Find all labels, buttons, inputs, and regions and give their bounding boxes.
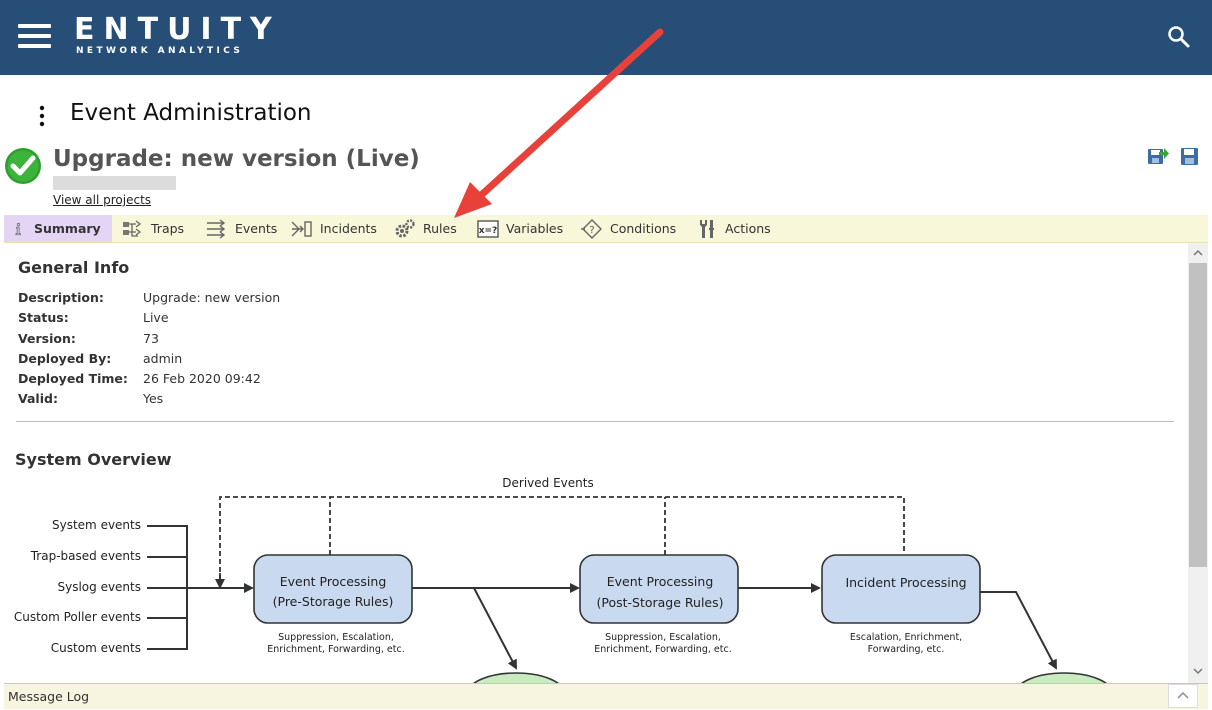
traps-icon bbox=[123, 219, 142, 237]
more-options-icon[interactable] bbox=[32, 104, 52, 128]
svg-text:?: ? bbox=[589, 225, 594, 236]
app-header: ENTUITY NETWORK ANALYTICS bbox=[0, 0, 1212, 75]
deployed-by-label: Deployed By: bbox=[18, 351, 112, 366]
tab-incidents-label: Incidents bbox=[320, 221, 377, 236]
system-overview-diagram: Derived Events System events Trap-based … bbox=[14, 476, 1107, 683]
summary-panel: General Info Description: Upgrade: new v… bbox=[4, 243, 1187, 683]
tab-conditions-label: Conditions bbox=[610, 221, 677, 236]
redacted-text bbox=[53, 176, 176, 190]
event-store-node bbox=[473, 672, 559, 683]
project-title: Upgrade: new version (Live) bbox=[53, 146, 420, 172]
general-info-title: General Info bbox=[18, 258, 130, 277]
tab-variables[interactable]: x=? Variables bbox=[477, 215, 563, 242]
pre-storage-rules-box bbox=[253, 554, 413, 624]
post-storage-title: Event Processing bbox=[607, 574, 714, 589]
page-title: Event Administration bbox=[70, 100, 312, 126]
message-log-label: Message Log bbox=[8, 689, 90, 704]
pre-storage-note-1: Suppression, Escalation, bbox=[278, 632, 394, 643]
events-icon bbox=[207, 218, 226, 239]
svg-text:x=?: x=? bbox=[479, 226, 498, 236]
message-log-bar[interactable]: Message Log bbox=[4, 683, 1208, 709]
valid-label: Valid: bbox=[18, 391, 58, 406]
status-label: Status: bbox=[18, 310, 69, 325]
pre-storage-title: Event Processing bbox=[280, 574, 387, 589]
logo: ENTUITY NETWORK ANALYTICS bbox=[74, 12, 281, 57]
tab-incidents[interactable]: Incidents bbox=[291, 215, 377, 242]
vertical-scrollbar[interactable] bbox=[1188, 243, 1208, 683]
incident-note-1: Escalation, Enrichment, bbox=[850, 632, 962, 643]
valid-value: Yes bbox=[143, 391, 164, 406]
save-and-deploy-icon[interactable] bbox=[1147, 146, 1169, 166]
tab-traps[interactable]: Traps bbox=[122, 215, 184, 242]
post-storage-rules-box bbox=[579, 554, 739, 624]
input-system-events: System events bbox=[52, 518, 141, 532]
tab-summary[interactable]: Summary bbox=[4, 215, 112, 242]
info-icon bbox=[15, 222, 21, 235]
search-icon[interactable] bbox=[1166, 24, 1192, 50]
pre-storage-subtitle: (Pre-Storage Rules) bbox=[273, 594, 394, 609]
view-all-projects-link[interactable]: View all projects bbox=[53, 193, 151, 207]
incidents-icon bbox=[291, 220, 312, 237]
incident-note-2: Forwarding, etc. bbox=[868, 644, 945, 655]
check-circle-icon bbox=[5, 148, 41, 184]
save-icon[interactable] bbox=[1180, 146, 1200, 166]
version-value: 73 bbox=[143, 331, 159, 346]
scroll-down-icon[interactable] bbox=[1188, 661, 1208, 681]
description-label: Description: bbox=[18, 290, 104, 305]
section-divider bbox=[16, 421, 1174, 422]
scrollbar-thumb[interactable] bbox=[1189, 263, 1207, 567]
tab-actions[interactable]: Actions bbox=[696, 215, 771, 242]
input-custom-events: Custom events bbox=[51, 641, 141, 655]
incident-store-node bbox=[1021, 672, 1107, 683]
tab-events-label: Events bbox=[235, 221, 278, 236]
variables-icon: x=? bbox=[477, 219, 499, 238]
deployed-time-label: Deployed Time: bbox=[18, 371, 128, 386]
tab-rules[interactable]: Rules bbox=[394, 215, 457, 242]
scroll-up-icon[interactable] bbox=[1188, 243, 1208, 263]
tab-conditions[interactable]: ? Conditions bbox=[581, 215, 676, 242]
tab-events[interactable]: Events bbox=[206, 215, 277, 242]
tab-rules-label: Rules bbox=[423, 221, 457, 236]
tab-summary-label: Summary bbox=[34, 221, 101, 236]
input-syslog-events: Syslog events bbox=[57, 580, 141, 594]
conditions-icon: ? bbox=[581, 218, 602, 239]
tab-actions-label: Actions bbox=[725, 221, 771, 236]
wrench-icon bbox=[700, 219, 714, 238]
incident-processing-title: Incident Processing bbox=[845, 575, 966, 590]
deployed-by-value: admin bbox=[143, 351, 183, 366]
logo-main-text: ENTUITY bbox=[74, 12, 281, 47]
deployed-time-value: 26 Feb 2020 09:42 bbox=[143, 371, 261, 386]
post-storage-note-2: Enrichment, Forwarding, etc. bbox=[594, 644, 731, 655]
chevron-up-icon[interactable] bbox=[1168, 684, 1198, 708]
gears-icon bbox=[395, 218, 415, 237]
input-events-list: System events Trap-based events Syslog e… bbox=[14, 518, 141, 655]
post-storage-note-1: Suppression, Escalation, bbox=[605, 632, 721, 643]
status-value: Live bbox=[143, 310, 169, 325]
tab-traps-label: Traps bbox=[151, 221, 185, 236]
version-label: Version: bbox=[18, 331, 76, 346]
tab-variables-label: Variables bbox=[506, 221, 564, 236]
derived-events-label: Derived Events bbox=[502, 476, 593, 490]
description-value: Upgrade: new version bbox=[143, 290, 281, 305]
logo-sub-text: NETWORK ANALYTICS bbox=[76, 46, 244, 56]
menu-icon[interactable] bbox=[18, 24, 51, 48]
input-custom-poller-events: Custom Poller events bbox=[14, 610, 141, 624]
input-trap-events: Trap-based events bbox=[30, 549, 141, 563]
tab-bar: Summary Traps Events Incidents Rules x=?… bbox=[4, 215, 1208, 243]
post-storage-subtitle: (Post-Storage Rules) bbox=[596, 595, 723, 610]
pre-storage-note-2: Enrichment, Forwarding, etc. bbox=[267, 644, 404, 655]
